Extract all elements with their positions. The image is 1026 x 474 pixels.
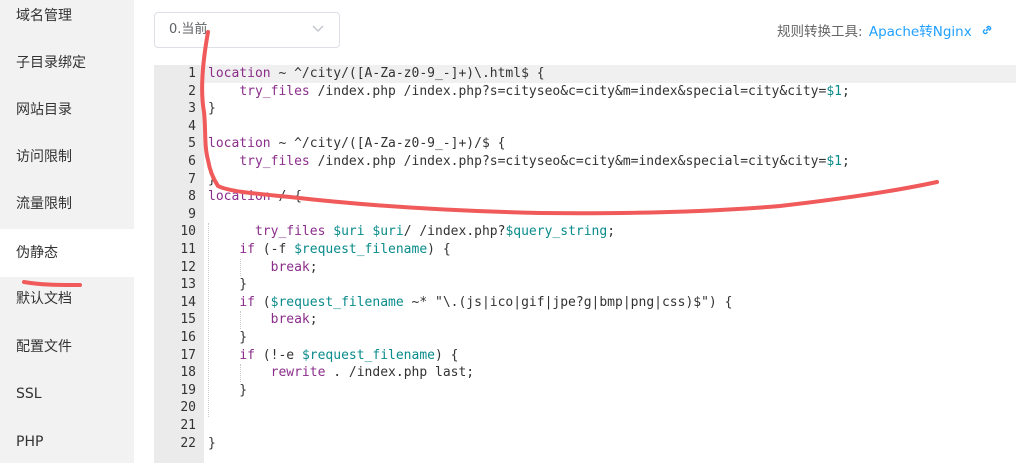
sidebar-item-domain-management[interactable]: 域名管理 <box>0 0 134 48</box>
sidebar-item-default-document[interactable]: 默认文档 <box>0 283 134 331</box>
sidebar-item-access-restriction[interactable]: 访问限制 <box>0 141 134 189</box>
code-editor[interactable]: 1 2 3 4 5 6 7 8 9 10 11 12 13 14 15 16 1… <box>154 65 1016 463</box>
sidebar-item-label: 访问限制 <box>16 149 72 165</box>
code-line: } <box>208 277 248 293</box>
sidebar-item-label: PHP <box>16 434 44 450</box>
code-line: } <box>208 382 248 398</box>
line-number: 13 <box>180 277 196 293</box>
code-line: try_files /index.php /index.php?s=cityse… <box>239 154 850 169</box>
sidebar-item-label: 子目录绑定 <box>16 55 86 71</box>
sidebar-item-rewrite[interactable]: 伪静态 <box>0 229 134 277</box>
line-number: 19 <box>180 382 196 398</box>
sidebar-item-label: 网站目录 <box>16 102 72 118</box>
line-number: 2 <box>188 83 196 99</box>
line-number: 15 <box>180 312 196 328</box>
line-number: 12 <box>180 259 196 275</box>
code-line: break; <box>270 259 318 275</box>
line-number: 7 <box>188 171 196 187</box>
sidebar-item-site-directory[interactable]: 网站目录 <box>0 94 134 142</box>
select-value: 0.当前 <box>169 22 208 37</box>
line-number: 4 <box>188 118 196 134</box>
code-line: if ($request_filename ~* "\.(js|ico|gif|… <box>239 294 733 310</box>
code-line: location ~ ^/city/([A-Za-z0-9_-]+)\.html… <box>208 66 545 81</box>
line-number: 17 <box>180 347 196 363</box>
sidebar: 域名管理 子目录绑定 网站目录 访问限制 流量限制 伪静态 默认文档 配置文件 … <box>0 0 134 463</box>
code-line: try_files /index.php /index.php?s=cityse… <box>239 83 850 99</box>
chevron-down-icon <box>312 25 324 32</box>
code-line: } <box>208 171 216 187</box>
code-line: } <box>208 435 216 451</box>
line-number: 18 <box>180 365 196 381</box>
code-line: break; <box>270 312 318 328</box>
link-icon[interactable] <box>980 23 994 37</box>
sidebar-item-php[interactable]: PHP <box>0 426 134 474</box>
line-number: 21 <box>180 418 196 433</box>
line-number: 14 <box>180 294 196 310</box>
line-number: 1 <box>188 66 196 81</box>
sidebar-item-config-file[interactable]: 配置文件 <box>0 331 134 379</box>
code-line: if (!-e $request_filename) { <box>239 347 459 363</box>
line-number: 10 <box>180 224 196 240</box>
rules-tool: 规则转换工具: Apache转Nginx <box>777 20 994 40</box>
sidebar-item-label: SSL <box>16 386 42 402</box>
rewrite-template-select[interactable]: 0.当前 <box>154 12 340 48</box>
line-number: 9 <box>188 206 196 222</box>
line-number: 6 <box>188 154 196 169</box>
code-line: try_files $uri $uri/ /index.php?$query_s… <box>254 224 616 240</box>
apache-to-nginx-link[interactable]: Apache转Nginx <box>869 24 972 40</box>
line-number: 3 <box>188 101 196 117</box>
line-number: 11 <box>180 242 196 257</box>
line-number: 22 <box>180 435 196 451</box>
line-number: 16 <box>180 330 196 345</box>
line-number: 8 <box>188 189 196 205</box>
code-line: location / { <box>208 189 302 205</box>
line-number: 5 <box>188 136 196 152</box>
toolbar: 0.当前 <box>154 12 340 48</box>
sidebar-item-label: 伪静态 <box>16 245 58 261</box>
sidebar-item-label: 域名管理 <box>16 8 72 24</box>
sidebar-item-label: 流量限制 <box>16 196 72 212</box>
code-line: location ~ ^/city/([A-Za-z0-9_-]+)/$ { <box>208 136 506 152</box>
code-line: } <box>208 101 216 117</box>
code-line: if (-f $request_filename) { <box>239 242 451 257</box>
sidebar-item-ssl[interactable]: SSL <box>0 378 134 426</box>
sidebar-item-subdirectory-binding[interactable]: 子目录绑定 <box>0 47 134 95</box>
code-line: } <box>208 330 248 345</box>
line-number: 20 <box>180 400 196 416</box>
sidebar-item-label: 默认文档 <box>16 291 72 307</box>
rules-tool-label: 规则转换工具: <box>777 24 863 40</box>
code-line: rewrite . /index.php last; <box>270 365 475 381</box>
sidebar-item-label: 配置文件 <box>16 339 72 355</box>
